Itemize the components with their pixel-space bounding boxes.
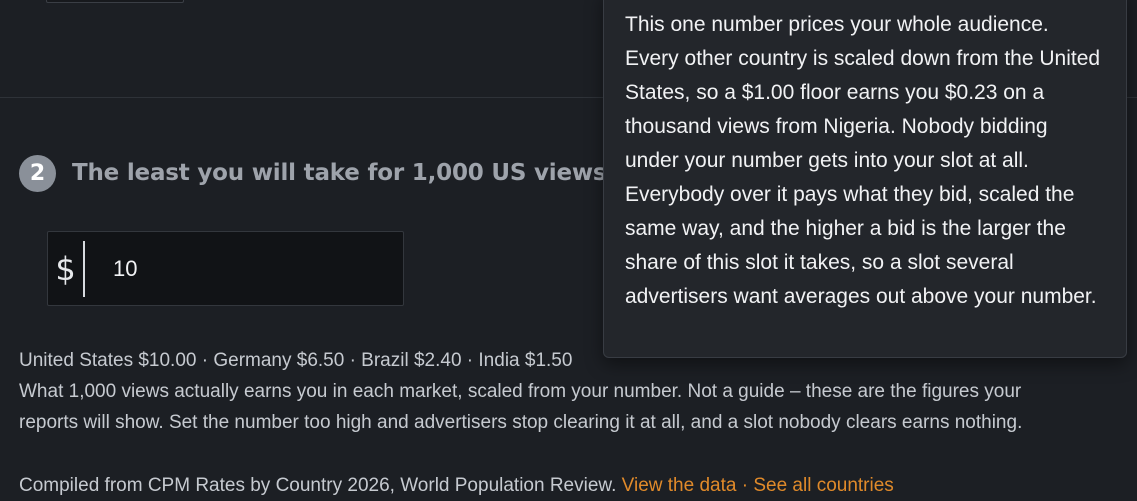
see-all-countries-link[interactable]: See all countries xyxy=(753,475,893,496)
floor-price-field[interactable]: $ xyxy=(47,231,404,306)
previous-field-edge xyxy=(46,0,184,3)
market-summary: United States $10.00 · Germany $6.50 · B… xyxy=(19,345,1079,438)
info-tooltip: This one number prices your whole audien… xyxy=(603,0,1127,358)
step-header: 2 The least you will take for 1,000 US v… xyxy=(19,154,635,192)
currency-symbol: $ xyxy=(48,240,85,297)
step-title: The least you will take for 1,000 US vie… xyxy=(72,160,607,186)
view-data-link[interactable]: View the data xyxy=(622,475,737,496)
source-note: Compiled from CPM Rates by Country 2026,… xyxy=(19,472,894,500)
floor-price-input[interactable] xyxy=(85,237,403,300)
tooltip-text: This one number prices your whole audien… xyxy=(625,13,1101,308)
link-separator: · xyxy=(741,475,749,496)
step-number-badge: 2 xyxy=(19,154,56,192)
rates-explanation: What 1,000 views actually earns you in e… xyxy=(19,381,1023,433)
source-text: Compiled from CPM Rates by Country 2026,… xyxy=(19,475,617,496)
